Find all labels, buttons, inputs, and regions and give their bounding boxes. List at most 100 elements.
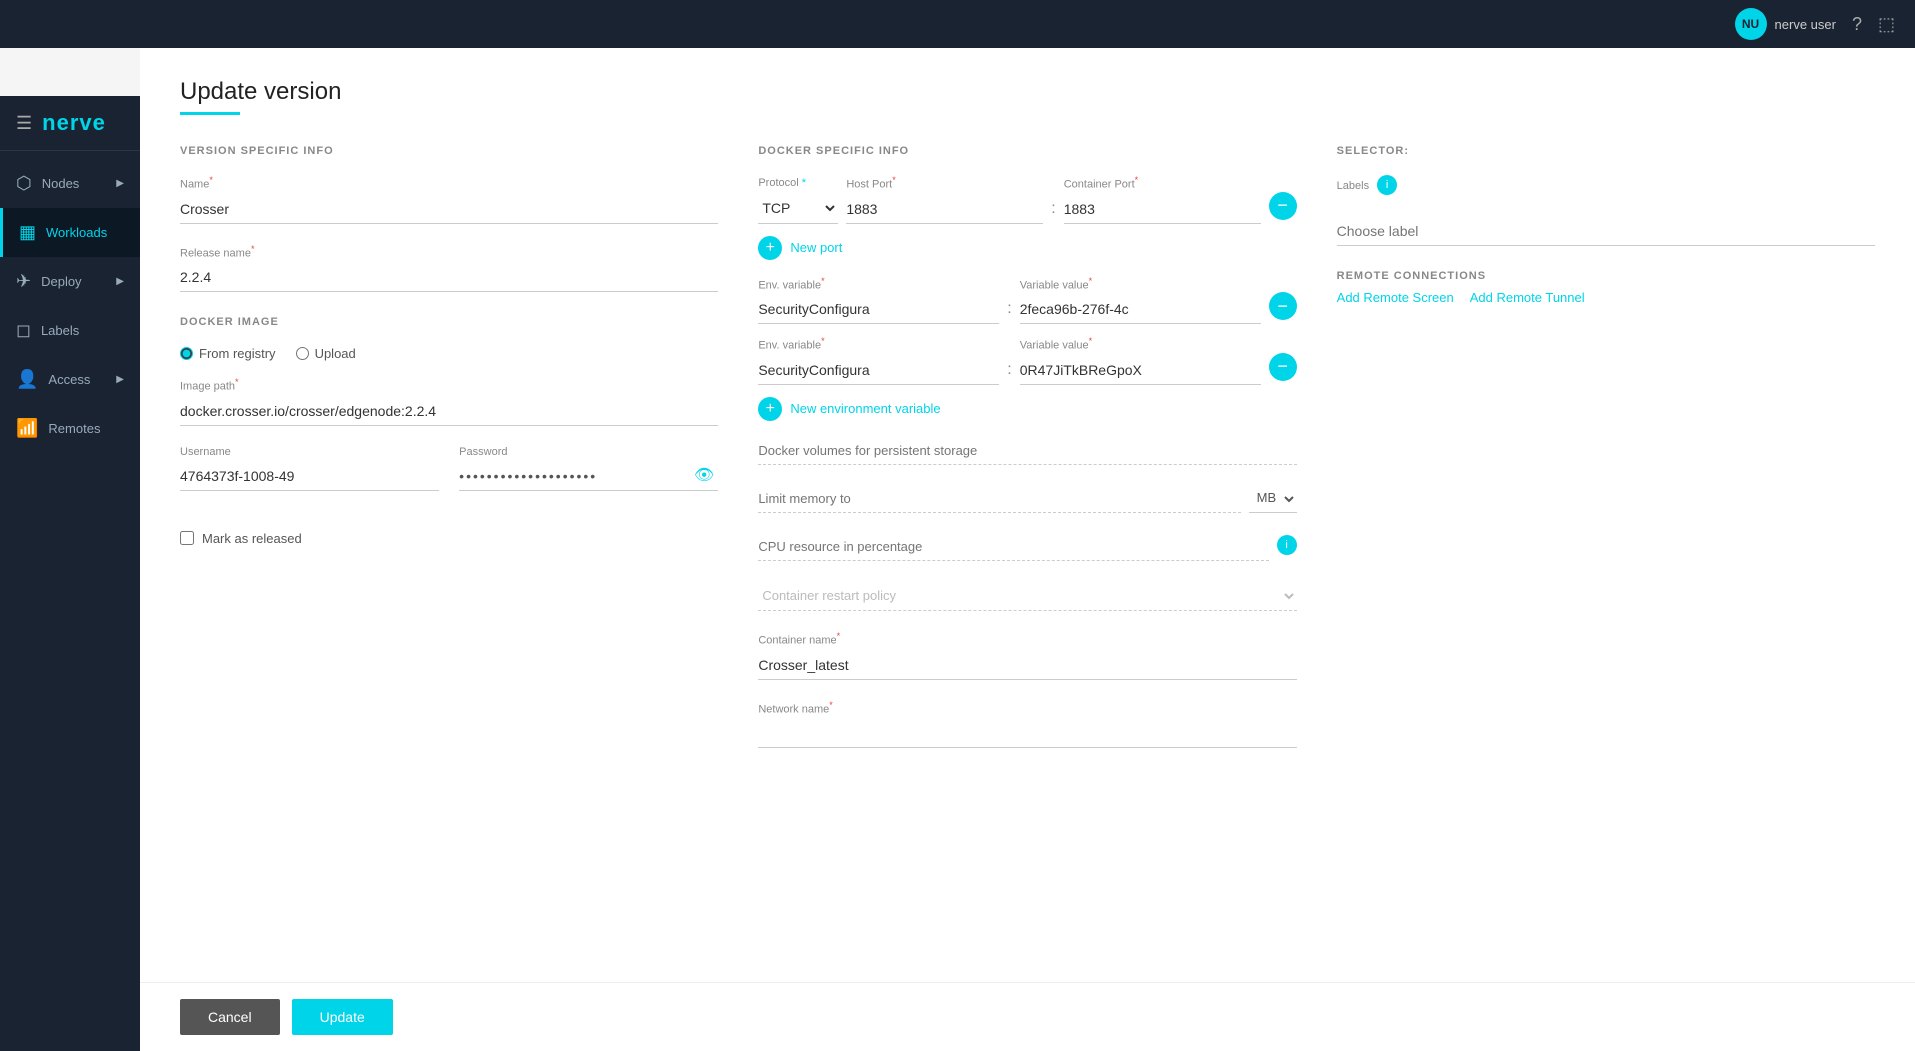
labels-label: Labels	[1337, 180, 1369, 192]
add-remote-tunnel-link[interactable]: Add Remote Tunnel	[1470, 290, 1585, 305]
selector-section: SELECTOR: Labels i REMOTE CONNECTIONS Ad…	[1337, 145, 1875, 848]
main-content: Update version VERSION SPECIFIC INFO Nam…	[140, 48, 1915, 1051]
new-env-label: New environment variable	[790, 401, 940, 416]
new-env-button[interactable]: + New environment variable	[758, 397, 940, 421]
image-path-label: Image path*	[180, 377, 718, 393]
upload-radio[interactable]	[296, 347, 309, 360]
page-title-underline	[180, 112, 240, 115]
protocol-select[interactable]: TCP UDP	[758, 193, 838, 224]
from-registry-radio[interactable]	[180, 347, 193, 360]
arrow-icon: ▶	[116, 276, 124, 287]
limit-memory-input[interactable]	[758, 485, 1240, 513]
selector-section-label: SELECTOR:	[1337, 145, 1875, 157]
username-display: nerve user	[1775, 17, 1836, 32]
volumes-input[interactable]	[758, 437, 1296, 465]
network-name-field-group: Network name*	[758, 700, 1296, 749]
cancel-button[interactable]: Cancel	[180, 999, 280, 1035]
volumes-field-group	[758, 437, 1296, 465]
network-name-input[interactable]	[758, 719, 1296, 748]
restart-policy-select[interactable]: Container restart policy no always on-fa…	[758, 581, 1296, 611]
logout-icon[interactable]: ⬚	[1878, 14, 1895, 35]
sidebar-item-nodes[interactable]: ⬡ Nodes ▶	[0, 159, 140, 208]
remote-links: Add Remote Screen Add Remote Tunnel	[1337, 290, 1875, 305]
env-name-input-2[interactable]	[758, 356, 999, 385]
credentials-row: Username Password 👁	[180, 446, 718, 511]
docker-image-label: DOCKER IMAGE	[180, 316, 718, 328]
env-val-input-2[interactable]	[1020, 356, 1261, 385]
arrow-icon: ▶	[116, 374, 124, 385]
env-name-input-1[interactable]	[758, 295, 999, 324]
release-input[interactable]	[180, 263, 718, 292]
labels-icon: ◻	[16, 320, 31, 341]
mark-released-checkbox[interactable]	[180, 531, 194, 545]
password-wrap: 👁	[459, 462, 718, 491]
protocol-label: Protocol *	[758, 177, 838, 189]
image-path-input[interactable]	[180, 397, 718, 426]
add-remote-screen-link[interactable]: Add Remote Screen	[1337, 290, 1454, 305]
mark-released-label: Mark as released	[202, 531, 302, 546]
limit-memory-field	[758, 485, 1240, 513]
username-label: Username	[180, 446, 439, 458]
protocol-field: Protocol * TCP UDP	[758, 177, 838, 224]
topbar: NU nerve user ? ⬚	[0, 0, 1915, 48]
access-icon: 👤	[16, 369, 38, 390]
remove-env-button-2[interactable]: −	[1269, 353, 1297, 381]
sidebar-label-access: Access	[48, 372, 90, 387]
sidebar-item-workloads[interactable]: ▦ Workloads	[0, 208, 140, 257]
labels-row: Labels i	[1337, 175, 1875, 201]
help-icon[interactable]: ?	[1852, 14, 1862, 35]
env-colon-1: :	[1007, 300, 1011, 324]
network-name-label: Network name*	[758, 700, 1296, 716]
memory-unit-select[interactable]: MB GB	[1249, 485, 1297, 513]
mark-released-checkbox-label[interactable]: Mark as released	[180, 531, 718, 546]
image-path-field-group: Image path*	[180, 377, 718, 426]
remotes-icon: 📶	[16, 418, 38, 439]
username-input[interactable]	[180, 462, 439, 491]
cpu-info-icon[interactable]: i	[1277, 535, 1297, 555]
remove-port-button[interactable]: −	[1269, 192, 1297, 220]
remote-connections: REMOTE CONNECTIONS Add Remote Screen Add…	[1337, 270, 1875, 305]
cpu-input[interactable]	[758, 533, 1268, 561]
sidebar-label-labels: Labels	[41, 323, 79, 338]
page-title: Update version	[180, 78, 1875, 106]
arrow-icon: ▶	[116, 178, 124, 189]
sidebar-item-remotes[interactable]: 📶 Remotes	[0, 404, 140, 453]
container-name-input[interactable]	[758, 651, 1296, 680]
container-port-label: Container Port*	[1064, 175, 1261, 191]
sidebar-item-deploy[interactable]: ✈ Deploy ▶	[0, 257, 140, 306]
new-port-button[interactable]: + New port	[758, 236, 842, 260]
labels-input[interactable]	[1337, 217, 1875, 246]
username-field-group: Username	[180, 446, 439, 491]
cpu-row: i	[758, 533, 1296, 561]
hamburger-icon[interactable]: ☰	[16, 113, 32, 134]
deploy-icon: ✈	[16, 271, 31, 292]
sidebar-item-access[interactable]: 👤 Access ▶	[0, 355, 140, 404]
docker-source-group: From registry Upload	[180, 346, 718, 361]
show-password-icon[interactable]: 👁	[694, 465, 714, 485]
nodes-icon: ⬡	[16, 173, 32, 194]
env-val-input-1[interactable]	[1020, 295, 1261, 324]
name-input[interactable]	[180, 195, 718, 224]
plus-icon: +	[758, 236, 782, 260]
remove-env-button-1[interactable]: −	[1269, 292, 1297, 320]
container-port-field: Container Port*	[1064, 175, 1261, 224]
version-section-label: VERSION SPECIFIC INFO	[180, 145, 718, 157]
cpu-field	[758, 533, 1268, 561]
labels-info-icon[interactable]: i	[1377, 175, 1397, 195]
sidebar-item-labels[interactable]: ◻ Labels	[0, 306, 140, 355]
env-val-field-1: Variable value*	[1020, 276, 1261, 325]
avatar: NU	[1735, 8, 1767, 40]
host-port-input[interactable]	[846, 195, 1043, 224]
password-label: Password	[459, 446, 718, 458]
user-info: NU nerve user	[1735, 8, 1836, 40]
docker-section-label: DOCKER SPECIFIC INFO	[758, 145, 1296, 157]
upload-option[interactable]: Upload	[296, 346, 356, 361]
container-port-input[interactable]	[1064, 195, 1261, 224]
env-name-field-2: Env. variable*	[758, 336, 999, 385]
from-registry-option[interactable]: From registry	[180, 346, 276, 361]
sidebar: ☰ nerve ⬡ Nodes ▶ ▦ Workloads ✈ Deploy ▶…	[0, 96, 140, 1051]
limit-memory-row: MB GB	[758, 485, 1296, 513]
update-button[interactable]: Update	[292, 999, 393, 1035]
password-input[interactable]	[459, 462, 718, 491]
env-val-field-2: Variable value*	[1020, 336, 1261, 385]
